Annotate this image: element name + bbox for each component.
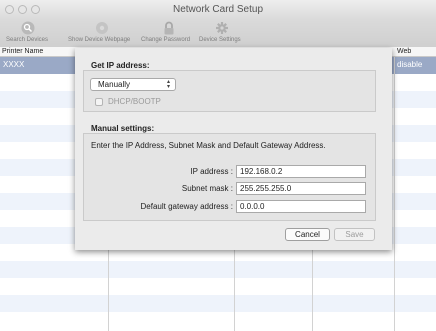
window-title-bar: Network Card Setup (0, 0, 436, 20)
subnet-mask-field[interactable] (236, 182, 366, 195)
ip-mode-select[interactable]: Manually ▴ ▾ (90, 78, 176, 91)
dhcp-bootp-checkbox[interactable] (95, 98, 103, 106)
get-ip-group-title: Get IP address: (91, 61, 150, 70)
web-cell: disable (397, 60, 423, 69)
default-gateway-label: Default gateway address : (140, 202, 234, 211)
change-password-button[interactable]: Change Password (141, 20, 197, 47)
manual-settings-instruction: Enter the IP Address, Subnet Mask and De… (91, 141, 326, 150)
table-row[interactable] (0, 261, 436, 278)
lock-icon (164, 21, 174, 35)
globe-icon (96, 22, 108, 34)
gear-icon (216, 22, 228, 34)
ip-address-field[interactable] (236, 165, 366, 178)
subnet-mask-label: Subnet mask : (181, 184, 233, 193)
search-devices-button[interactable]: Search Devices (2, 20, 54, 47)
show-device-webpage-label: Show Device Webpage (68, 37, 131, 43)
toolbar: Search Devices Show Device Webpage Chang… (0, 20, 436, 47)
ip-address-label: IP address : (190, 167, 233, 176)
save-button[interactable]: Save (334, 228, 375, 241)
column-header-printer-name[interactable]: Printer Name (2, 48, 43, 55)
ip-mode-value: Manually (98, 80, 131, 89)
device-settings-button[interactable]: Device Settings (199, 20, 245, 47)
change-password-label: Change Password (141, 37, 191, 43)
select-stepper-icon: ▴ ▾ (166, 79, 170, 90)
column-divider (394, 57, 395, 331)
manual-settings-title: Manual settings: (91, 124, 155, 133)
column-header-web[interactable]: Web (397, 48, 411, 55)
magnifier-icon (21, 21, 35, 35)
show-device-webpage-button[interactable]: Show Device Webpage (68, 20, 136, 47)
printer-name-cell: XXXX (3, 60, 25, 69)
cancel-button[interactable]: Cancel (285, 228, 330, 241)
search-devices-label: Search Devices (6, 37, 49, 43)
dhcp-bootp-label: DHCP/BOOTP (108, 97, 161, 106)
window-title: Network Card Setup (172, 4, 264, 15)
default-gateway-field[interactable] (236, 200, 366, 213)
table-row[interactable] (0, 295, 436, 312)
device-settings-label: Device Settings (199, 37, 241, 43)
